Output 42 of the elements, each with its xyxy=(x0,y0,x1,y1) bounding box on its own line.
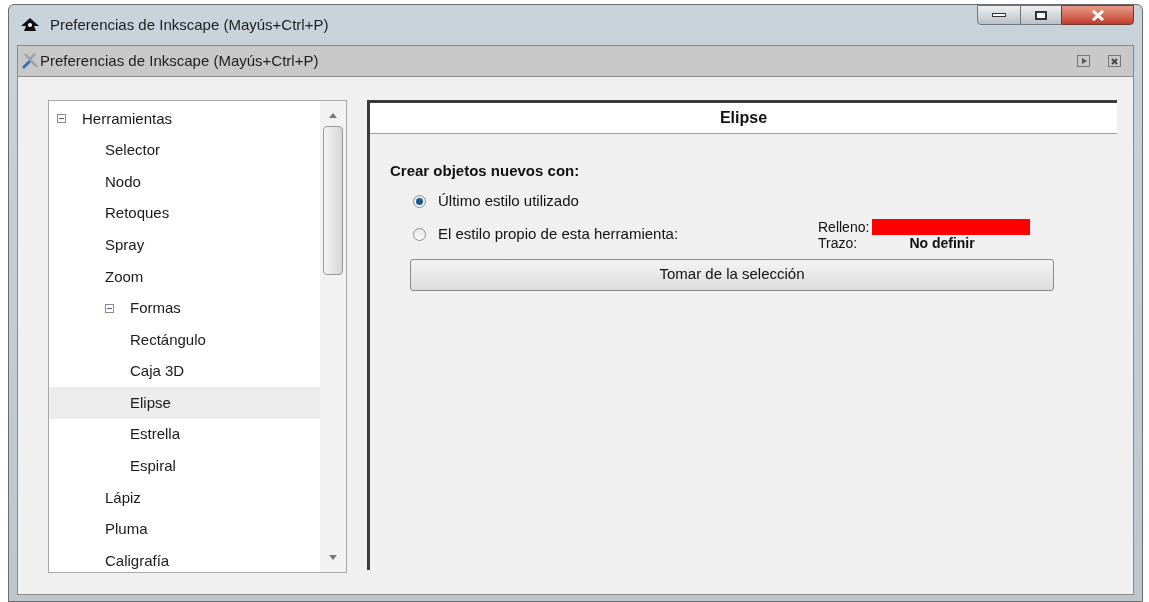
tree-item[interactable]: Espiral xyxy=(49,450,320,483)
tree-item[interactable]: Estrella xyxy=(49,418,320,451)
tree-item[interactable]: Herramientas xyxy=(49,103,320,135)
tools-icon xyxy=(20,52,40,70)
radio-label[interactable]: Último estilo utilizado xyxy=(438,190,579,213)
scroll-down-icon[interactable] xyxy=(329,555,337,560)
maximize-button[interactable] xyxy=(1021,5,1061,25)
take-from-selection-button[interactable]: Tomar de la selección xyxy=(410,258,1054,291)
close-button[interactable] xyxy=(1061,5,1134,25)
close-icon[interactable] xyxy=(1108,55,1121,67)
app-logo-icon xyxy=(20,17,40,33)
tree-item[interactable]: Spray xyxy=(49,229,320,261)
stroke-label: Trazo: xyxy=(818,234,859,251)
radio-button[interactable] xyxy=(413,228,426,241)
tree-item[interactable]: Zoom xyxy=(49,260,320,293)
window-title: Preferencias de Inkscape (Mayús+Ctrl+P) xyxy=(50,14,329,35)
tree-item[interactable]: Caja 3D xyxy=(49,355,320,388)
radio-button[interactable] xyxy=(413,195,426,208)
tree-item[interactable]: Rectángulo xyxy=(49,324,320,356)
tree-item[interactable]: Caligrafía xyxy=(49,545,320,572)
dock-title: Preferencias de Inkscape (Mayús+Ctrl+P) xyxy=(40,50,319,71)
stroke-value: No definir xyxy=(909,234,976,251)
tree-item[interactable]: Formas xyxy=(49,292,320,325)
scrollbar-thumb[interactable] xyxy=(323,126,343,275)
fill-label: Relleno: xyxy=(818,218,870,235)
tree-item[interactable]: Pluma xyxy=(49,513,320,546)
collapse-icon[interactable] xyxy=(105,303,114,313)
tree-item[interactable]: Selector xyxy=(49,134,320,167)
tree-item[interactable]: Elipse xyxy=(49,387,320,419)
fill-swatch[interactable] xyxy=(872,218,1031,235)
close-icon xyxy=(1090,9,1105,21)
tree-item[interactable]: Nodo xyxy=(49,166,320,198)
scrollbar[interactable] xyxy=(320,101,346,572)
tree-item[interactable]: Retoques xyxy=(49,197,320,230)
section-heading: Crear objetos nuevos con: xyxy=(390,161,580,181)
minimize-button[interactable] xyxy=(977,5,1021,25)
radio-label[interactable]: El estilo propio de esta herramienta: xyxy=(438,223,818,246)
tree-item[interactable]: Lápiz xyxy=(49,482,320,514)
collapse-icon[interactable] xyxy=(57,114,66,124)
scroll-up-icon[interactable] xyxy=(329,113,337,118)
detach-icon[interactable] xyxy=(1077,55,1090,67)
panel-title: Elipse xyxy=(719,108,768,128)
